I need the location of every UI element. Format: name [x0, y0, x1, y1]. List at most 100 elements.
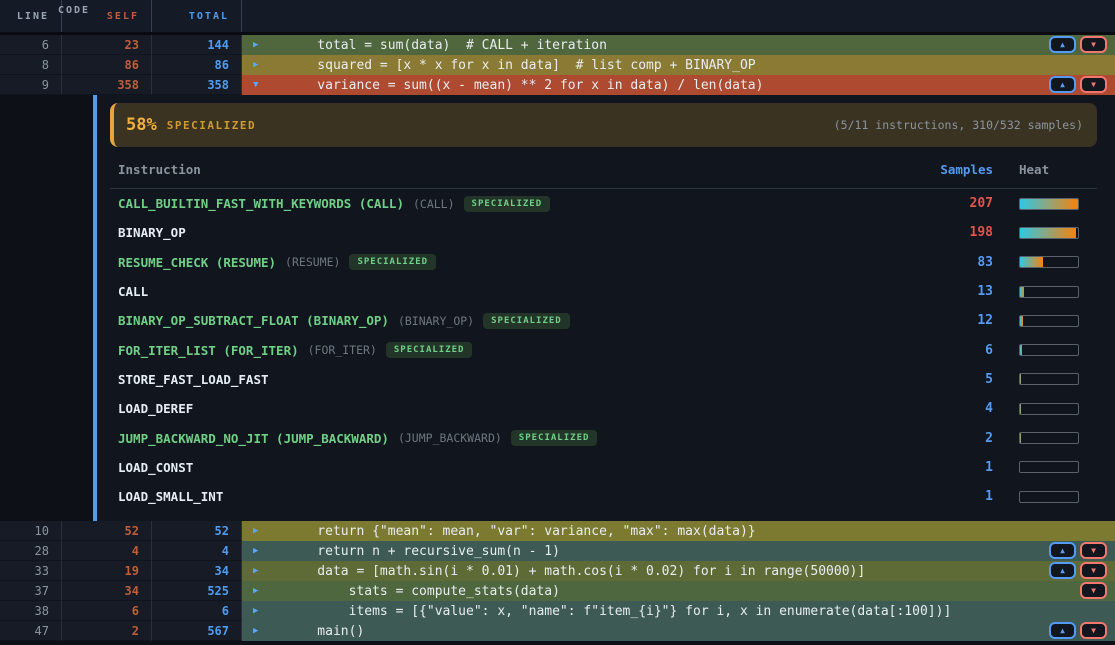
source-code-cell[interactable]: ▼ variance = sum((x - mean) ** 2 for x i… [242, 75, 1115, 95]
source-code-text: main() [286, 621, 364, 641]
table-header: LINE SELF TOTAL CODE [0, 0, 1115, 35]
samples-column-header: Samples [907, 162, 1007, 177]
source-code-text: data = [math.sin(i * 0.01) + math.cos(i … [286, 561, 865, 581]
self-samples-cell: 86 [62, 55, 152, 75]
instruction-name: FOR_ITER_LIST (FOR_ITER) [118, 343, 299, 358]
navigate-up-button[interactable]: ▲ [1049, 76, 1076, 93]
instruction-table-header: Instruction Samples Heat [110, 153, 1097, 189]
code-line-row: 9 358 358 ▼ variance = sum((x - mean) **… [0, 75, 1115, 95]
instruction-name: LOAD_DEREF [118, 401, 193, 416]
self-samples-cell: 52 [62, 521, 152, 541]
self-samples-cell: 2 [62, 621, 152, 641]
specialized-percent-label: SPECIALIZED [167, 119, 256, 132]
instruction-samples: 207 [907, 196, 1007, 211]
code-line-row: 38 6 6 ▶ items = [{"value": x, "name": f… [0, 601, 1115, 621]
line-number-cell: 8 [0, 55, 62, 75]
instruction-samples: 83 [907, 255, 1007, 270]
specialized-badge: SPECIALIZED [483, 313, 570, 329]
heat-bar [1019, 198, 1079, 210]
instruction-row: CALL_BUILTIN_FAST_WITH_KEYWORDS (CALL) (… [110, 189, 1097, 218]
expand-toggle-icon[interactable]: ▶ [253, 541, 258, 561]
total-samples-cell: 4 [152, 541, 242, 561]
expand-toggle-icon[interactable]: ▼ [253, 75, 258, 95]
total-samples-cell: 144 [152, 35, 242, 55]
source-code-text: return {"mean": mean, "var": variance, "… [286, 521, 756, 541]
instruction-base-opcode: (RESUME) [285, 255, 340, 269]
instruction-name: STORE_FAST_LOAD_FAST [118, 372, 269, 387]
navigate-up-button[interactable]: ▲ [1049, 562, 1076, 579]
instruction-column-header: Instruction [118, 162, 907, 177]
navigate-up-button[interactable]: ▲ [1049, 542, 1076, 559]
expand-toggle-icon[interactable]: ▶ [253, 55, 258, 75]
total-samples-cell: 567 [152, 621, 242, 641]
self-samples-cell: 358 [62, 75, 152, 95]
navigate-down-button[interactable]: ▼ [1080, 76, 1107, 93]
source-code-cell[interactable]: ▶ main() ▲ ▼ [242, 621, 1115, 641]
specialized-badge: SPECIALIZED [464, 196, 551, 212]
instruction-samples: 2 [907, 431, 1007, 446]
expand-toggle-icon[interactable]: ▶ [253, 35, 258, 55]
navigate-down-button[interactable]: ▼ [1080, 562, 1107, 579]
instruction-row: LOAD_CONST 1 [110, 453, 1097, 482]
expand-toggle-icon[interactable]: ▶ [253, 621, 258, 641]
heat-bar-fill [1020, 257, 1043, 267]
instruction-base-opcode: (CALL) [413, 197, 455, 211]
self-samples-cell: 19 [62, 561, 152, 581]
heat-bar-fill [1020, 433, 1021, 443]
instruction-name: BINARY_OP [118, 225, 186, 240]
navigate-up-button[interactable]: ▲ [1049, 622, 1076, 639]
total-samples-cell: 358 [152, 75, 242, 95]
instruction-row: LOAD_DEREF 4 [110, 394, 1097, 423]
expand-toggle-icon[interactable]: ▶ [253, 581, 258, 601]
navigate-down-button[interactable]: ▼ [1080, 542, 1107, 559]
code-line-row: 33 19 34 ▶ data = [math.sin(i * 0.01) + … [0, 561, 1115, 581]
navigate-down-button[interactable]: ▼ [1080, 36, 1107, 53]
source-code-text: stats = compute_stats(data) [286, 581, 560, 601]
source-code-cell[interactable]: ▶ items = [{"value": x, "name": f"item_{… [242, 601, 1115, 621]
heat-bar [1019, 344, 1079, 356]
instruction-samples: 4 [907, 401, 1007, 416]
code-rows-top: 6 23 144 ▶ total = sum(data) # CALL + it… [0, 35, 1115, 95]
line-number-cell: 38 [0, 601, 62, 621]
source-code-cell[interactable]: ▶ return {"mean": mean, "var": variance,… [242, 521, 1115, 541]
heat-column-header: Heat [1007, 162, 1097, 177]
instruction-samples: 5 [907, 372, 1007, 387]
total-samples-cell: 86 [152, 55, 242, 75]
heat-bar-fill [1020, 345, 1022, 355]
heat-bar [1019, 432, 1079, 444]
line-number-cell: 33 [0, 561, 62, 581]
instruction-base-opcode: (FOR_ITER) [308, 343, 377, 357]
column-header-total: TOTAL [152, 0, 242, 32]
total-samples-cell: 6 [152, 601, 242, 621]
instruction-name: BINARY_OP_SUBTRACT_FLOAT (BINARY_OP) [118, 313, 389, 328]
heat-bar-fill [1020, 199, 1078, 209]
instruction-name: LOAD_CONST [118, 460, 193, 475]
specialized-percent: 58% [126, 115, 157, 135]
profiler-app: LINE SELF TOTAL CODE 6 23 144 ▶ total = … [0, 0, 1115, 645]
source-code-cell[interactable]: ▶ return n + recursive_sum(n - 1) ▲ ▼ [242, 541, 1115, 561]
instruction-samples: 198 [907, 225, 1007, 240]
source-code-cell[interactable]: ▶ stats = compute_stats(data) ▲ ▼ [242, 581, 1115, 601]
expand-toggle-icon[interactable]: ▶ [253, 521, 258, 541]
line-number-cell: 37 [0, 581, 62, 601]
expand-toggle-icon[interactable]: ▶ [253, 601, 258, 621]
source-code-cell[interactable]: ▶ total = sum(data) # CALL + iteration ▲… [242, 35, 1115, 55]
source-code-cell[interactable]: ▶ data = [math.sin(i * 0.01) + math.cos(… [242, 561, 1115, 581]
source-code-cell[interactable]: ▶ squared = [x * x for x in data] # list… [242, 55, 1115, 75]
self-samples-cell: 4 [62, 541, 152, 561]
navigate-down-button[interactable]: ▼ [1080, 622, 1107, 639]
navigate-down-button[interactable]: ▼ [1080, 582, 1107, 599]
line-number-cell: 9 [0, 75, 62, 95]
instruction-row: FOR_ITER_LIST (FOR_ITER) (FOR_ITER) SPEC… [110, 335, 1097, 364]
heat-bar-fill [1020, 374, 1021, 384]
expand-toggle-icon[interactable]: ▶ [253, 561, 258, 581]
instruction-base-opcode: (BINARY_OP) [398, 314, 474, 328]
source-code-text: return n + recursive_sum(n - 1) [286, 541, 560, 561]
navigate-up-button[interactable]: ▲ [1049, 36, 1076, 53]
self-samples-cell: 34 [62, 581, 152, 601]
heat-bar-fill [1020, 287, 1024, 297]
instruction-row: RESUME_CHECK (RESUME) (RESUME) SPECIALIZ… [110, 248, 1097, 277]
instruction-row: STORE_FAST_LOAD_FAST 5 [110, 365, 1097, 394]
instruction-row: BINARY_OP 198 [110, 218, 1097, 247]
expanded-instruction-panel: 58% SPECIALIZED (5/11 instructions, 310/… [0, 95, 1115, 521]
